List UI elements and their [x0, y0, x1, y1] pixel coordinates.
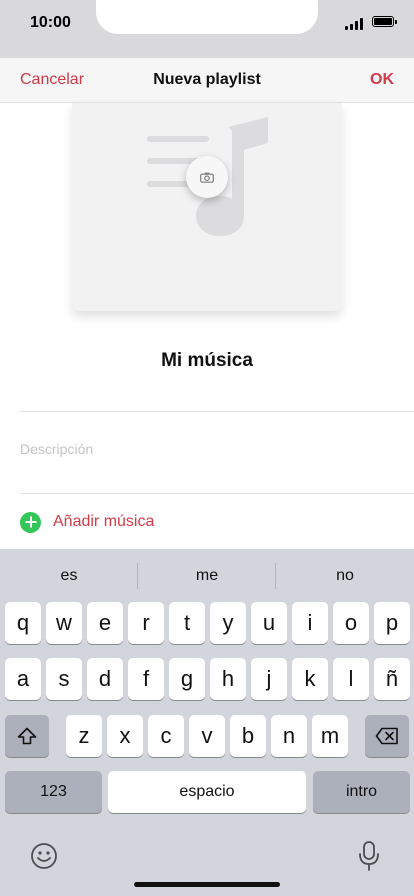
playlist-artwork[interactable] — [72, 103, 342, 311]
nav-bar: Cancelar Nueva playlist OK — [0, 58, 414, 103]
key-h[interactable]: h — [210, 658, 246, 700]
key-s[interactable]: s — [46, 658, 82, 700]
key-e[interactable]: e — [87, 602, 123, 644]
key-y[interactable]: y — [210, 602, 246, 644]
signal-icon — [345, 18, 365, 30]
ok-button[interactable]: OK — [370, 71, 394, 89]
camera-button[interactable] — [186, 156, 228, 198]
emoji-icon — [31, 843, 57, 869]
numbers-key[interactable]: 123 — [5, 771, 102, 813]
key-v[interactable]: v — [189, 715, 225, 757]
key-x[interactable]: x — [107, 715, 143, 757]
shift-key[interactable] — [5, 715, 49, 757]
page-title: Nueva playlist — [153, 71, 261, 88]
description-field[interactable]: Descripción — [20, 441, 93, 457]
suggestion-bar: es me no — [0, 549, 414, 602]
playlist-name-field[interactable]: Mi música — [0, 350, 414, 372]
suggestion-item[interactable]: es — [0, 567, 138, 585]
camera-icon — [200, 172, 214, 183]
key-p[interactable]: p — [374, 602, 410, 644]
key-l[interactable]: l — [333, 658, 369, 700]
divider — [20, 493, 414, 494]
key-k[interactable]: k — [292, 658, 328, 700]
add-music-label: Añadir música — [53, 513, 155, 530]
backspace-key[interactable] — [365, 715, 409, 757]
key-d[interactable]: d — [87, 658, 123, 700]
key-n[interactable]: n — [271, 715, 307, 757]
microphone-button[interactable] — [355, 840, 383, 872]
key-j[interactable]: j — [251, 658, 287, 700]
key-o[interactable]: o — [333, 602, 369, 644]
return-key[interactable]: intro — [313, 771, 410, 813]
status-bar: 10:00 — [0, 0, 414, 58]
key-r[interactable]: r — [128, 602, 164, 644]
notch — [96, 0, 318, 34]
key-q[interactable]: q — [5, 602, 41, 644]
add-music-button[interactable]: Añadir música — [20, 510, 154, 534]
key-m[interactable]: m — [312, 715, 348, 757]
key-c[interactable]: c — [148, 715, 184, 757]
suggestion-item[interactable]: no — [276, 567, 414, 585]
shift-icon — [17, 727, 37, 745]
battery-icon — [372, 16, 397, 27]
suggestion-item[interactable]: me — [138, 567, 276, 585]
key-u[interactable]: u — [251, 602, 287, 644]
emoji-button[interactable] — [30, 842, 60, 872]
key-b[interactable]: b — [230, 715, 266, 757]
add-icon — [20, 511, 41, 533]
key-z[interactable]: z — [66, 715, 102, 757]
key-n-tilde[interactable]: ñ — [374, 658, 410, 700]
key-g[interactable]: g — [169, 658, 205, 700]
music-note-icon — [147, 117, 268, 236]
key-i[interactable]: i — [292, 602, 328, 644]
status-time: 10:00 — [30, 14, 71, 31]
key-w[interactable]: w — [46, 602, 82, 644]
keyboard: es me no q w e r t y u i o p a s d f g h… — [0, 549, 414, 896]
microphone-icon — [359, 841, 379, 871]
key-f[interactable]: f — [128, 658, 164, 700]
key-a[interactable]: a — [5, 658, 41, 700]
backspace-icon — [375, 727, 398, 745]
key-t[interactable]: t — [169, 602, 205, 644]
divider — [20, 411, 414, 412]
home-indicator[interactable] — [134, 882, 280, 887]
space-key[interactable]: espacio — [108, 771, 306, 813]
